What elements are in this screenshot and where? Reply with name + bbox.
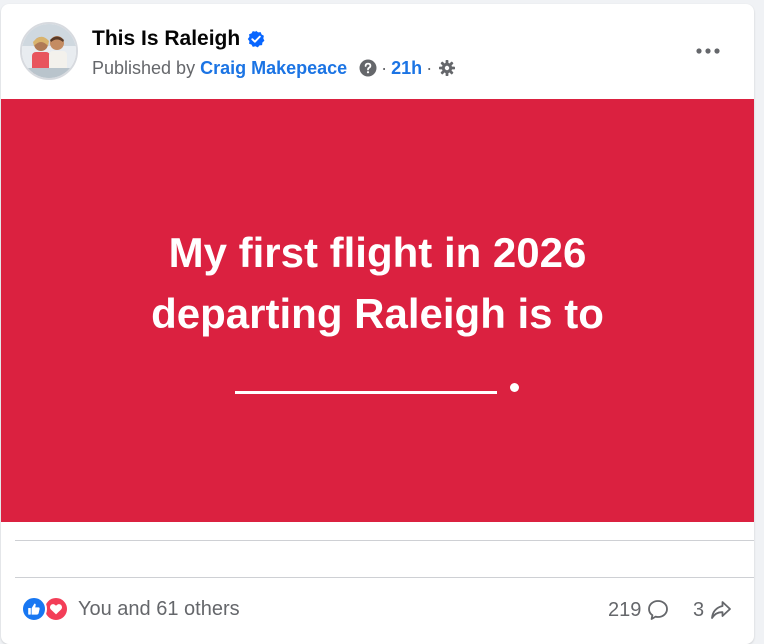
share-arrow-icon	[711, 601, 732, 619]
reactions-summary[interactable]: You and 61 others	[21, 594, 240, 624]
fill-in-blank-line	[235, 391, 497, 394]
more-options-button[interactable]	[687, 30, 729, 72]
page-name-row: This Is Raleigh	[92, 26, 265, 52]
more-horizontal-icon	[696, 48, 720, 54]
post-footer: You and 61 others 219 3	[1, 578, 754, 640]
post-header: This Is Raleigh Published by Craig Makep…	[1, 4, 754, 99]
gear-icon[interactable]	[438, 59, 456, 77]
post-text-banner[interactable]: My first flight in 2026 departing Raleig…	[1, 99, 754, 522]
comment-bubble-icon	[648, 600, 669, 620]
verified-badge-icon	[248, 30, 265, 48]
page-name[interactable]: This Is Raleigh	[92, 27, 240, 51]
question-circle-icon[interactable]	[359, 59, 377, 77]
banner-line-1: My first flight in 2026	[168, 229, 587, 276]
meta-separator: ·	[426, 57, 433, 78]
published-by-label: Published by	[92, 57, 196, 78]
share-count-value: 3	[693, 598, 705, 621]
post-time-link[interactable]: 21h	[391, 58, 422, 79]
post-meta: Published by Craig Makepeace · 21h ·	[92, 56, 456, 80]
divider	[15, 540, 754, 541]
post-card: This Is Raleigh Published by Craig Makep…	[1, 4, 754, 644]
page-avatar[interactable]	[20, 22, 78, 80]
meta-separator: ·	[381, 57, 388, 78]
fill-in-blank-period	[510, 383, 519, 392]
thumbs-up-icon	[21, 596, 47, 622]
author-link[interactable]: Craig Makepeace	[200, 58, 347, 79]
comments-count[interactable]: 219	[608, 596, 670, 624]
banner-text: My first flight in 2026 departing Raleig…	[1, 222, 754, 344]
comment-count-value: 219	[608, 598, 642, 621]
reactions-text: You and 61 others	[78, 597, 240, 620]
shares-count[interactable]: 3	[693, 596, 733, 624]
avatar-photo	[22, 24, 76, 78]
banner-line-2: departing Raleigh is to	[151, 290, 604, 337]
